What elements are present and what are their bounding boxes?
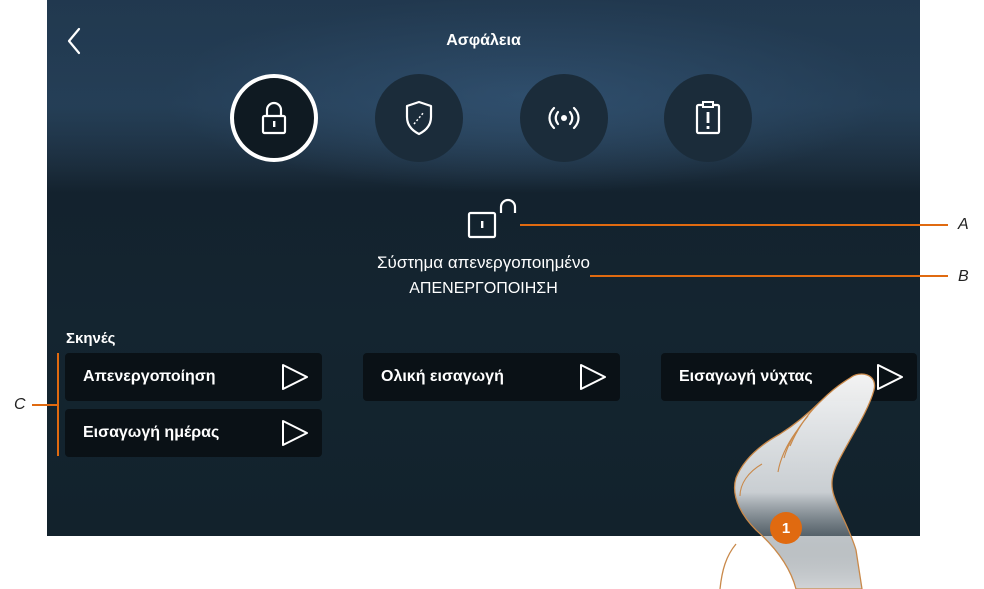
scene-day-arm-button[interactable]: Εισαγωγή ημέρας <box>65 409 322 457</box>
status-text: Σύστημα απενεργοποιημένο <box>377 253 590 272</box>
callout-line-a <box>520 224 948 226</box>
callout-label-a: A <box>958 216 969 233</box>
lock-icon <box>261 101 287 135</box>
unlocked-icon <box>467 198 517 239</box>
step-badge: 1 <box>770 512 802 544</box>
scene-disarm-button[interactable]: Απενεργοποίηση <box>65 353 322 401</box>
play-icon <box>282 420 308 446</box>
tab-shield[interactable] <box>375 74 463 162</box>
radio-signal-icon <box>548 106 580 130</box>
shield-icon <box>405 100 433 136</box>
scene-full-arm-button[interactable]: Ολική εισαγωγή <box>363 353 620 401</box>
hand-pointer-icon <box>719 373 876 589</box>
status-mode: ΑΠΕΝΕΡΓΟΠΟΙΗΣΗ <box>409 280 558 297</box>
clipboard-alert-icon <box>695 101 721 135</box>
scene-label: Απενεργοποίηση <box>83 368 216 385</box>
page-title: Ασφάλεια <box>446 32 521 49</box>
scenes-heading: Σκηνές <box>66 330 116 347</box>
tab-radio[interactable] <box>520 74 608 162</box>
scene-label: Εισαγωγή ημέρας <box>83 424 220 441</box>
tab-alerts[interactable] <box>664 74 752 162</box>
tab-lock[interactable] <box>230 74 318 162</box>
header-band <box>47 0 920 172</box>
callout-label-c: C <box>14 396 26 413</box>
callout-line-c <box>32 404 58 406</box>
scene-label: Ολική εισαγωγή <box>381 368 504 385</box>
play-icon <box>282 364 308 390</box>
callout-line-b <box>590 275 948 277</box>
play-icon <box>580 364 606 390</box>
callout-label-b: B <box>958 268 969 285</box>
